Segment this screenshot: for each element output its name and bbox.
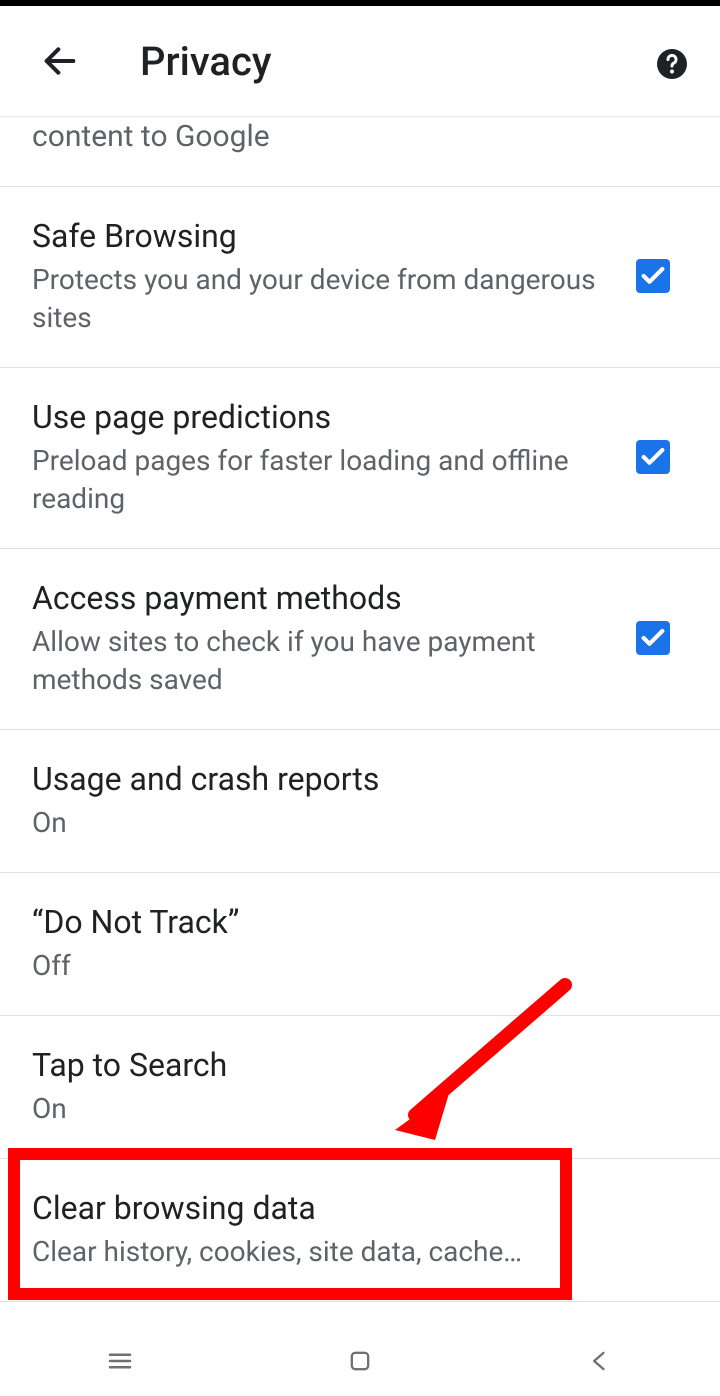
setting-title: “Do Not Track” [32,901,668,943]
help-icon [654,46,690,82]
setting-title: Tap to Search [32,1044,668,1086]
help-button[interactable] [652,44,692,84]
setting-title: Clear browsing data [32,1187,668,1229]
square-icon [346,1347,374,1375]
setting-title: Usage and crash reports [32,758,668,800]
setting-clear-browsing-data[interactable]: Clear browsing data Clear history, cooki… [0,1159,720,1301]
check-icon [639,262,667,290]
page-title: Privacy [140,38,271,85]
setting-subtitle: On [32,1090,668,1128]
setting-title: Use page predictions [32,396,616,438]
setting-subtitle: Allow sites to check if you have payment… [32,623,616,699]
setting-subtitle: Clear history, cookies, site data, cache… [32,1233,668,1271]
partial-previous-item-subtitle: content to Google [0,118,720,186]
setting-subtitle: On [32,804,668,842]
nav-recents-button[interactable] [102,1343,138,1379]
arrow-left-icon [40,41,80,81]
check-icon [639,624,667,652]
nav-back-button[interactable] [582,1343,618,1379]
setting-page-predictions[interactable]: Use page predictions Preload pages for f… [0,368,720,548]
setting-title: Safe Browsing [32,215,616,257]
check-icon [639,443,667,471]
setting-do-not-track[interactable]: “Do Not Track” Off [0,873,720,1015]
checkbox-page-predictions[interactable] [636,440,670,474]
checkbox-payment-methods[interactable] [636,621,670,655]
chevron-left-icon [586,1347,614,1375]
setting-subtitle: Protects you and your device from danger… [32,261,616,337]
setting-title: Access payment methods [32,577,616,619]
divider [0,1301,720,1302]
checkbox-safe-browsing[interactable] [636,259,670,293]
setting-subtitle: Preload pages for faster loading and off… [32,442,616,518]
setting-usage-reports[interactable]: Usage and crash reports On [0,730,720,872]
setting-payment-methods[interactable]: Access payment methods Allow sites to ch… [0,549,720,729]
nav-home-button[interactable] [342,1343,378,1379]
setting-tap-to-search[interactable]: Tap to Search On [0,1016,720,1158]
back-button[interactable] [30,31,90,91]
menu-lines-icon [105,1346,135,1376]
setting-safe-browsing[interactable]: Safe Browsing Protects you and your devi… [0,187,720,367]
app-bar: Privacy [0,6,720,116]
system-nav-bar [0,1326,720,1396]
setting-subtitle: Off [32,947,668,985]
